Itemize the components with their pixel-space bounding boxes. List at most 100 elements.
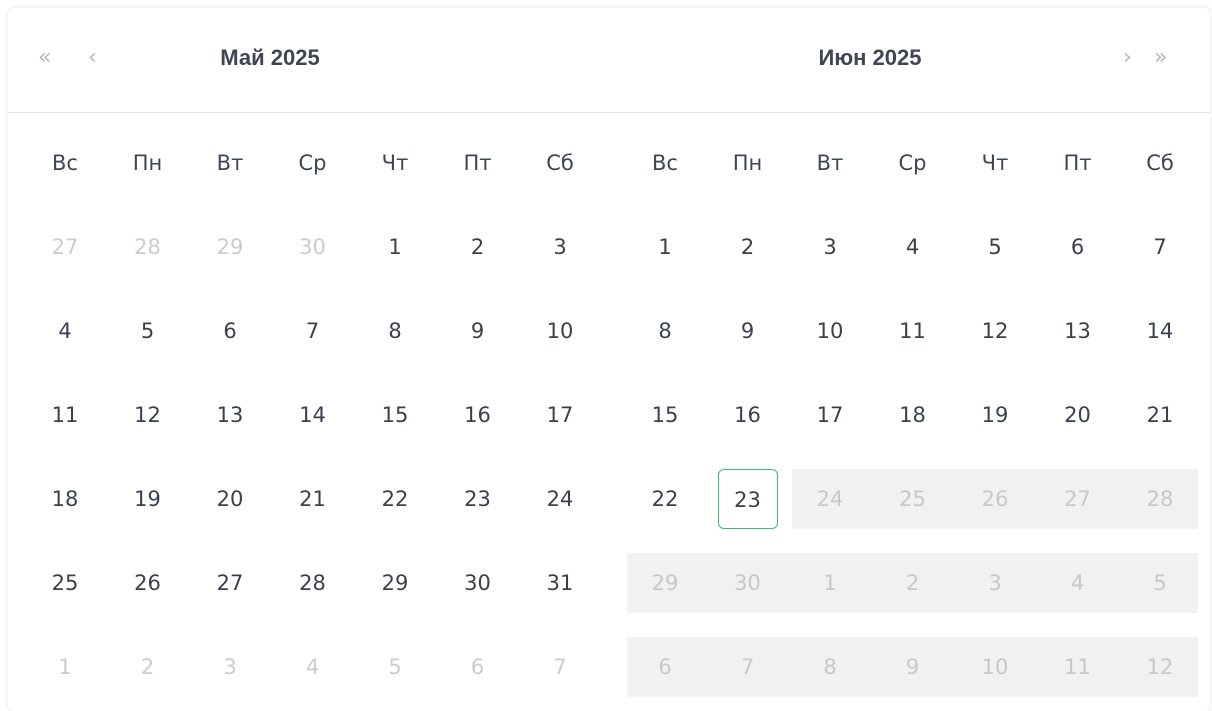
day-cell: 30 (734, 571, 761, 595)
date-range-picker: « ‹ Май 2025 Июн 2025 › » Вс Пн Вт Ср Чт Пт Сб… (8, 8, 1210, 711)
day-cell[interactable]: 20 (1048, 385, 1108, 445)
day-cell[interactable]: 9 (718, 301, 778, 361)
day-cell[interactable]: 15 (635, 385, 695, 445)
day-cell: 29 (651, 571, 679, 595)
weekday-header: Пн (732, 151, 763, 175)
day-cell: 7 (740, 655, 755, 679)
day-cell[interactable]: 15 (365, 385, 425, 445)
prev-month-button[interactable]: ‹ (88, 47, 97, 69)
day-cell[interactable]: 5 (118, 301, 178, 361)
weekday-header: Ср (898, 151, 927, 175)
day-cell[interactable]: 14 (283, 385, 343, 445)
day-cell-today[interactable]: 23 (717, 469, 778, 529)
day-cell[interactable]: 28 (283, 553, 343, 613)
day-cell[interactable]: 6 (1048, 217, 1108, 277)
day-cell: 25 (899, 487, 926, 511)
day-cell[interactable]: 4 (283, 637, 343, 697)
weekday-header: Вс (652, 151, 678, 175)
day-cell[interactable]: 17 (800, 385, 860, 445)
day-cell[interactable]: 17 (530, 385, 590, 445)
day-cell[interactable]: 30 (448, 553, 508, 613)
day-cell: 4 (1070, 571, 1085, 595)
day-cell[interactable]: 8 (365, 301, 425, 361)
prev-year-button[interactable]: « (38, 47, 51, 69)
weekday-header: Вт (216, 151, 244, 175)
day-cell[interactable]: 25 (35, 553, 95, 613)
day-cell[interactable]: 22 (365, 469, 425, 529)
day-cell: 11 (1064, 655, 1091, 679)
weekday-header: Пн (132, 151, 163, 175)
day-cell[interactable]: 27 (35, 217, 95, 277)
day-cell[interactable]: 11 (35, 385, 95, 445)
weekday-header: Сб (1146, 151, 1174, 175)
left-month-title: Май 2025 (220, 45, 320, 70)
day-cell[interactable]: 13 (200, 385, 260, 445)
day-cell: 24 (816, 487, 844, 511)
day-cell[interactable]: 13 (1048, 301, 1108, 361)
next-month-button[interactable]: › (1123, 47, 1132, 69)
day-cell[interactable]: 14 (1130, 301, 1190, 361)
day-cell[interactable]: 5 (965, 217, 1025, 277)
day-cell[interactable]: 21 (1130, 385, 1190, 445)
day-cell: 5 (1153, 571, 1167, 595)
day-cell[interactable]: 3 (200, 637, 260, 697)
day-cell[interactable]: 7 (530, 637, 590, 697)
day-cell: 28 (1146, 487, 1174, 511)
day-cell[interactable]: 10 (530, 301, 590, 361)
picker-header: « ‹ Май 2025 Июн 2025 › » (8, 8, 1210, 113)
day-cell[interactable]: 20 (200, 469, 260, 529)
day-cell[interactable]: 22 (635, 469, 695, 529)
day-cell[interactable]: 28 (118, 217, 178, 277)
day-cell: 10 (981, 655, 1009, 679)
day-cell[interactable]: 1 (365, 217, 425, 277)
day-cell: 26 (981, 487, 1009, 511)
day-cell[interactable]: 1 (35, 637, 95, 697)
day-cell[interactable]: 31 (530, 553, 590, 613)
weekday-header: Вт (816, 151, 844, 175)
day-cell[interactable]: 29 (365, 553, 425, 613)
day-cell[interactable]: 7 (1130, 217, 1190, 277)
day-cell[interactable]: 21 (283, 469, 343, 529)
day-cell[interactable]: 18 (35, 469, 95, 529)
day-cell[interactable]: 23 (448, 469, 508, 529)
day-cell[interactable]: 10 (800, 301, 860, 361)
weekday-header: Пт (1063, 151, 1092, 175)
day-cell: 9 (905, 655, 920, 679)
day-cell: 3 (988, 571, 1002, 595)
day-cell[interactable]: 26 (118, 553, 178, 613)
day-cell[interactable]: 2 (718, 217, 778, 277)
day-cell[interactable]: 6 (200, 301, 260, 361)
day-cell[interactable]: 7 (283, 301, 343, 361)
day-cell[interactable]: 11 (883, 301, 943, 361)
day-cell[interactable]: 29 (200, 217, 260, 277)
day-cell[interactable]: 18 (883, 385, 943, 445)
next-year-button[interactable]: » (1154, 47, 1167, 69)
day-cell[interactable]: 3 (530, 217, 590, 277)
day-cell[interactable]: 19 (118, 469, 178, 529)
day-cell: 6 (658, 655, 672, 679)
day-cell[interactable]: 5 (365, 637, 425, 697)
day-cell[interactable]: 19 (965, 385, 1025, 445)
day-cell[interactable]: 12 (965, 301, 1025, 361)
weekday-header: Сб (546, 151, 574, 175)
day-cell: 12 (1146, 655, 1174, 679)
day-cell[interactable]: 6 (448, 637, 508, 697)
day-cell[interactable]: 4 (35, 301, 95, 361)
day-cell: 8 (823, 655, 837, 679)
weekday-header: Чт (981, 151, 1009, 175)
day-cell[interactable]: 2 (118, 637, 178, 697)
day-cell[interactable]: 2 (448, 217, 508, 277)
day-cell[interactable]: 16 (718, 385, 778, 445)
day-cell[interactable]: 4 (883, 217, 943, 277)
day-cell: 1 (823, 571, 837, 595)
day-cell[interactable]: 9 (448, 301, 508, 361)
day-cell[interactable]: 24 (530, 469, 590, 529)
day-cell[interactable]: 16 (448, 385, 508, 445)
day-cell[interactable]: 30 (283, 217, 343, 277)
day-cell[interactable]: 3 (800, 217, 860, 277)
day-cell[interactable]: 8 (635, 301, 695, 361)
day-cell[interactable]: 1 (635, 217, 695, 277)
day-cell: 2 (905, 571, 920, 595)
day-cell[interactable]: 12 (118, 385, 178, 445)
day-cell[interactable]: 27 (200, 553, 260, 613)
